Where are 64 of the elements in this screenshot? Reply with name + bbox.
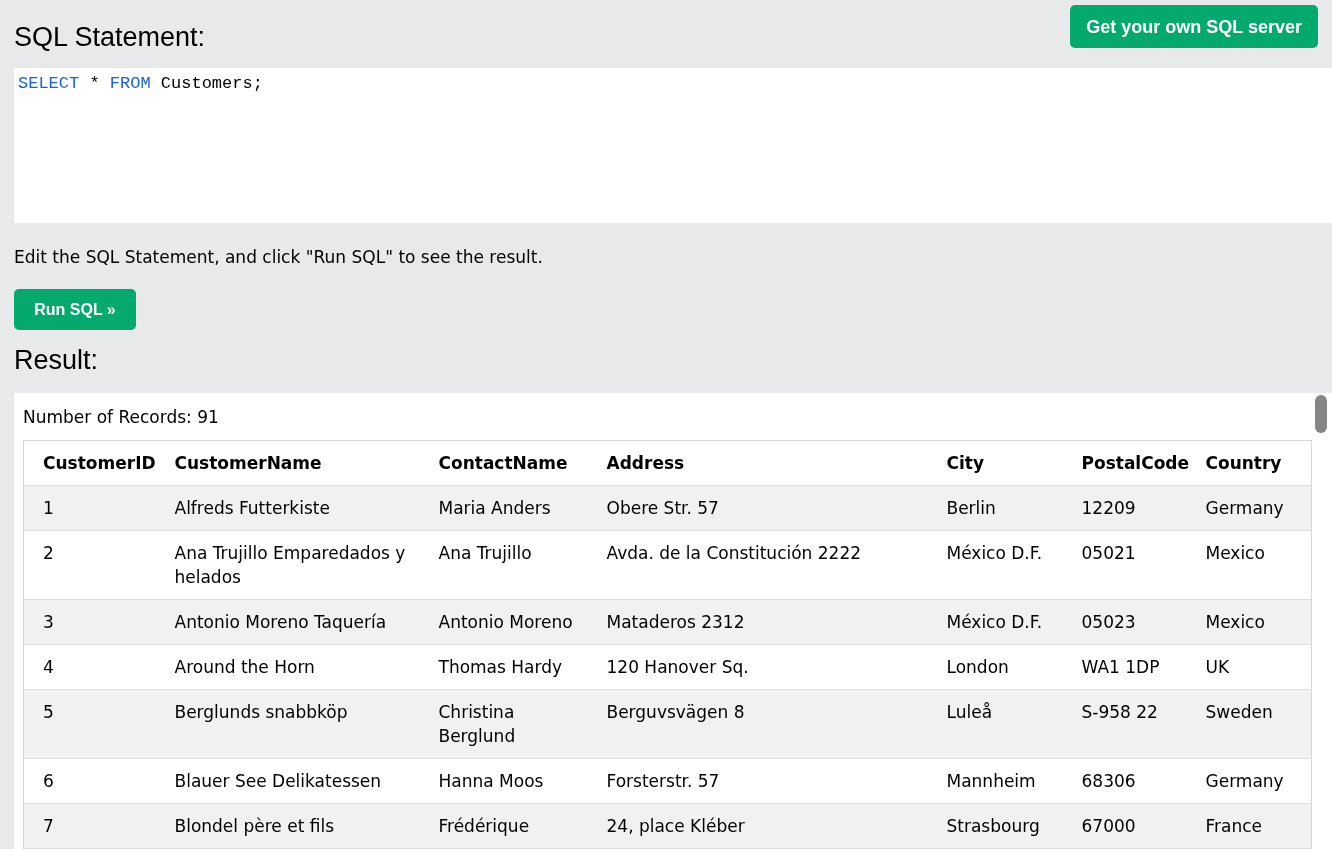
table-cell: Alfreds Futterkiste: [166, 485, 431, 531]
table-cell: 4: [23, 644, 167, 690]
table-cell: Berlin: [938, 485, 1074, 531]
table-cell: Ana Trujillo: [430, 530, 599, 600]
table-cell: Berguvsvägen 8: [598, 689, 939, 759]
table-cell: Mataderos 2312: [598, 599, 939, 645]
record-count: Number of Records: 91: [23, 406, 220, 429]
column-header: Country: [1197, 440, 1312, 486]
table-cell: 1: [23, 485, 167, 531]
table-cell: 05021: [1073, 530, 1198, 600]
table-cell: Hanna Moos: [430, 758, 599, 804]
sql-editor[interactable]: SELECT * FROM Customers;: [14, 68, 1332, 223]
table-cell: UK: [1197, 644, 1312, 690]
column-header: City: [938, 440, 1074, 486]
table-cell: México D.F.: [938, 530, 1074, 600]
column-header: PostalCode: [1073, 440, 1198, 486]
table-cell: Luleå: [938, 689, 1074, 759]
table-cell: WA1 1DP: [1073, 644, 1198, 690]
table-cell: Berglunds snabbköp: [166, 689, 431, 759]
table-cell: Frédérique: [430, 803, 599, 849]
table-cell: London: [938, 644, 1074, 690]
table-cell: Antonio Moreno Taquería: [166, 599, 431, 645]
instruction-text: Edit the SQL Statement, and click "Run SQL" to see the result.: [14, 246, 544, 269]
column-header: CustomerName: [166, 440, 431, 486]
table-cell: 67000: [1073, 803, 1198, 849]
table-cell: Blauer See Delikatessen: [166, 758, 431, 804]
table-cell: Forsterstr. 57: [598, 758, 939, 804]
table-cell: Blondel père et fils: [166, 803, 431, 849]
table-cell: 12209: [1073, 485, 1198, 531]
table-cell: Germany: [1197, 485, 1312, 531]
table-cell: Antonio Moreno: [430, 599, 599, 645]
run-sql-button[interactable]: Run SQL »: [14, 289, 136, 330]
table-cell: 05023: [1073, 599, 1198, 645]
get-server-button[interactable]: Get your own SQL server: [1070, 5, 1318, 48]
table-cell: France: [1197, 803, 1312, 849]
scrollbar-thumb[interactable]: [1315, 395, 1327, 433]
table-cell: 3: [23, 599, 167, 645]
section-heading: SQL Statement:: [14, 22, 206, 52]
table-cell: Obere Str. 57: [598, 485, 939, 531]
table-cell: 7: [23, 803, 167, 849]
table-cell: Sweden: [1197, 689, 1312, 759]
column-header: Address: [598, 440, 939, 486]
table-cell: Ana Trujillo Emparedados y helados: [166, 530, 431, 600]
table-cell: 2: [23, 530, 167, 600]
table-cell: 6: [23, 758, 167, 804]
table-cell: Around the Horn: [166, 644, 431, 690]
table-cell: Strasbourg: [938, 803, 1074, 849]
table-cell: Thomas Hardy: [430, 644, 599, 690]
table-cell: 120 Hanover Sq.: [598, 644, 939, 690]
table-cell: Mexico: [1197, 599, 1312, 645]
table-cell: Avda. de la Constitución 2222: [598, 530, 939, 600]
table-cell: Maria Anders: [430, 485, 599, 531]
table-cell: Christina Berglund: [430, 689, 599, 759]
column-header: CustomerID: [23, 440, 167, 486]
table-cell: Mexico: [1197, 530, 1312, 600]
table-cell: Germany: [1197, 758, 1312, 804]
table-cell: México D.F.: [938, 599, 1074, 645]
table-cell: Mannheim: [938, 758, 1074, 804]
table-cell: 5: [23, 689, 167, 759]
column-header: ContactName: [430, 440, 599, 486]
table-cell: 24, place Kléber: [598, 803, 939, 849]
table-cell: S-958 22: [1073, 689, 1198, 759]
table-cell: 68306: [1073, 758, 1198, 804]
result-heading: Result:: [14, 345, 100, 375]
